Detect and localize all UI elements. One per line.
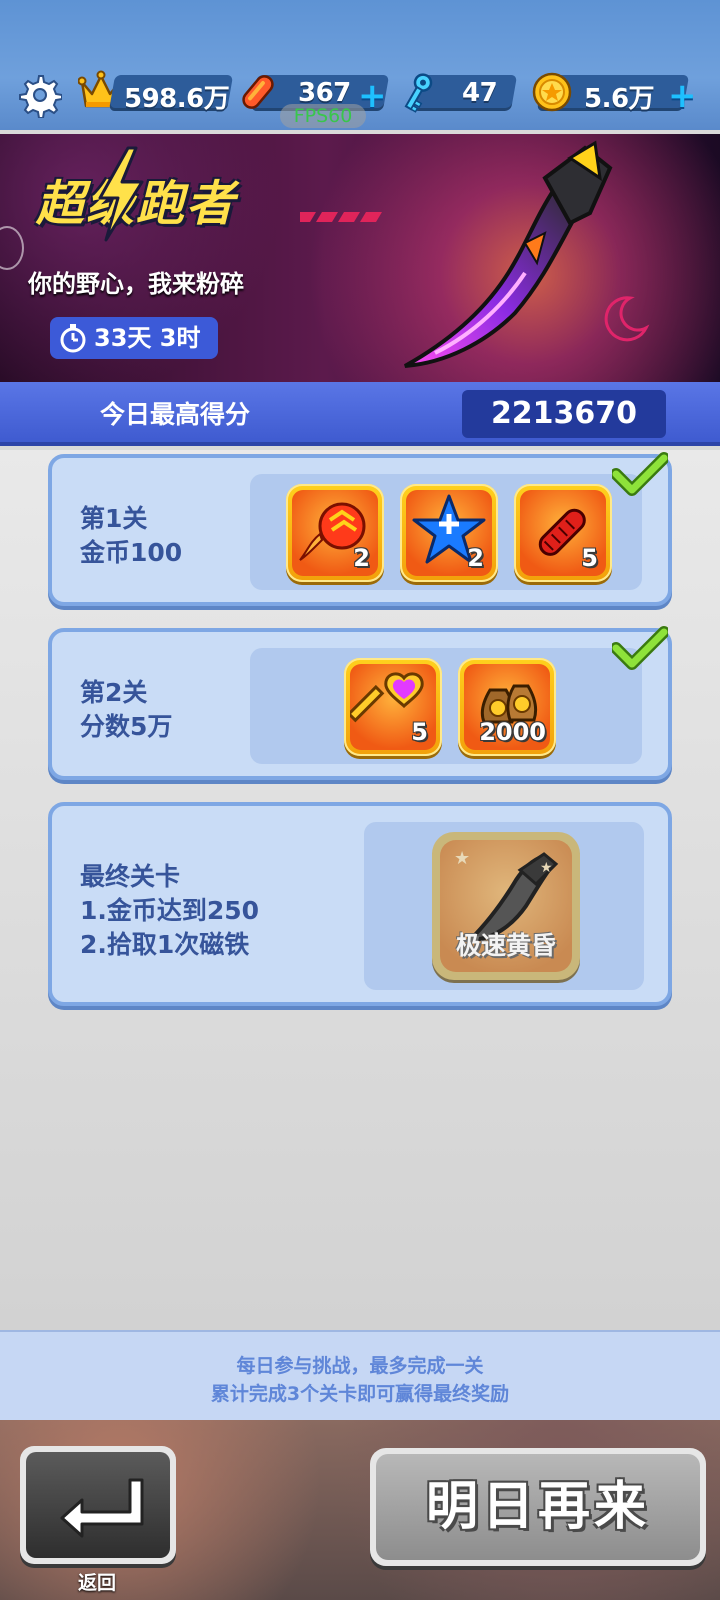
stage-card-2[interactable]: 第2关 分数5万 5 2000	[48, 626, 672, 780]
stage-2-requirement: 分数5万	[80, 712, 173, 741]
side-tab-handle[interactable]	[0, 226, 24, 270]
coin-icon	[532, 72, 572, 112]
reward-item[interactable]: 2000	[458, 658, 556, 756]
crown-value: 598.6万	[124, 84, 230, 114]
stage-1-requirement: 金币100	[80, 538, 183, 567]
event-banner: 超级跑者 你的野心，我来粉碎 33天 3时	[0, 134, 720, 382]
event-subtitle: 你的野心，我来粉碎	[28, 270, 244, 298]
challenge-info-bar: 每日参与挑战，最多完成一关 累计完成3个关卡即可赢得最终奖励	[0, 1330, 720, 1420]
today-best-score-value: 2213670	[462, 390, 666, 438]
stage-card-final[interactable]: 最终关卡 1.金币达到250 2.拾取1次磁铁 ★ ★ 极速黄昏	[48, 802, 672, 1006]
fps-counter: FPS60	[280, 104, 366, 128]
svg-text:★: ★	[540, 860, 553, 876]
key-icon	[404, 73, 433, 113]
gear-icon[interactable]	[16, 72, 62, 118]
back-button-label: 返回	[78, 1572, 117, 1594]
stopwatch-icon	[60, 324, 86, 353]
key-value: 47	[462, 78, 498, 108]
reward-item[interactable]: 5	[514, 484, 612, 582]
reward-count: 2	[467, 544, 484, 572]
reward-weapon-image	[404, 140, 613, 368]
stage-2-name: 第2关	[80, 678, 148, 707]
hoverboard-icon	[242, 75, 274, 109]
come-back-tomorrow-button[interactable]: 明日再来	[370, 1448, 706, 1566]
coin-plus-button[interactable]: +	[668, 76, 697, 116]
final-reward-item[interactable]: ★ ★ 极速黄昏	[432, 832, 580, 980]
event-timer: 33天 3时	[50, 317, 218, 359]
stage-list: 第1关 金币100 2 2 5 第2关 分数5万 5 2000 最终关卡 1.金…	[0, 450, 720, 1330]
reward-item[interactable]: 2	[400, 484, 498, 582]
completed-check-icon	[612, 452, 668, 496]
top-resource-bar: 598.6万 367 + 47 5.6万 + FPS60	[0, 0, 720, 130]
stage-1-name: 第1关	[80, 504, 148, 533]
racing-stripes-decoration	[300, 212, 382, 222]
svg-text:★: ★	[454, 848, 470, 869]
stage-card-1[interactable]: 第1关 金币100 2 2 5	[48, 452, 672, 606]
lightning-bolt-icon	[98, 146, 144, 242]
today-best-score-label: 今日最高得分	[100, 400, 251, 429]
reward-count: 2000	[479, 718, 546, 746]
today-best-score-bar: 今日最高得分 2213670	[0, 382, 720, 446]
come-back-tomorrow-label: 明日再来	[376, 1454, 700, 1560]
reward-count: 2	[353, 544, 370, 572]
info-line-2: 累计完成3个关卡即可赢得最终奖励	[210, 1383, 510, 1405]
coin-value: 5.6万	[584, 84, 655, 114]
reward-count: 5	[411, 718, 428, 746]
final-stage-name: 最终关卡	[80, 862, 181, 891]
return-arrow-icon	[60, 1478, 144, 1538]
info-line-1: 每日参与挑战，最多完成一关	[236, 1355, 484, 1377]
final-stage-requirement-2: 2.拾取1次磁铁	[80, 930, 250, 959]
event-timer-text: 33天 3时	[94, 324, 201, 352]
completed-check-icon	[612, 626, 668, 670]
reward-count: 5	[581, 544, 598, 572]
reward-item[interactable]: 2	[286, 484, 384, 582]
stage-2-rewards	[250, 648, 642, 764]
reward-item[interactable]: 5	[344, 658, 442, 756]
back-button[interactable]	[20, 1446, 176, 1564]
final-reward-label: 极速黄昏	[455, 931, 556, 960]
final-stage-requirement-1: 1.金币达到250	[80, 896, 260, 925]
